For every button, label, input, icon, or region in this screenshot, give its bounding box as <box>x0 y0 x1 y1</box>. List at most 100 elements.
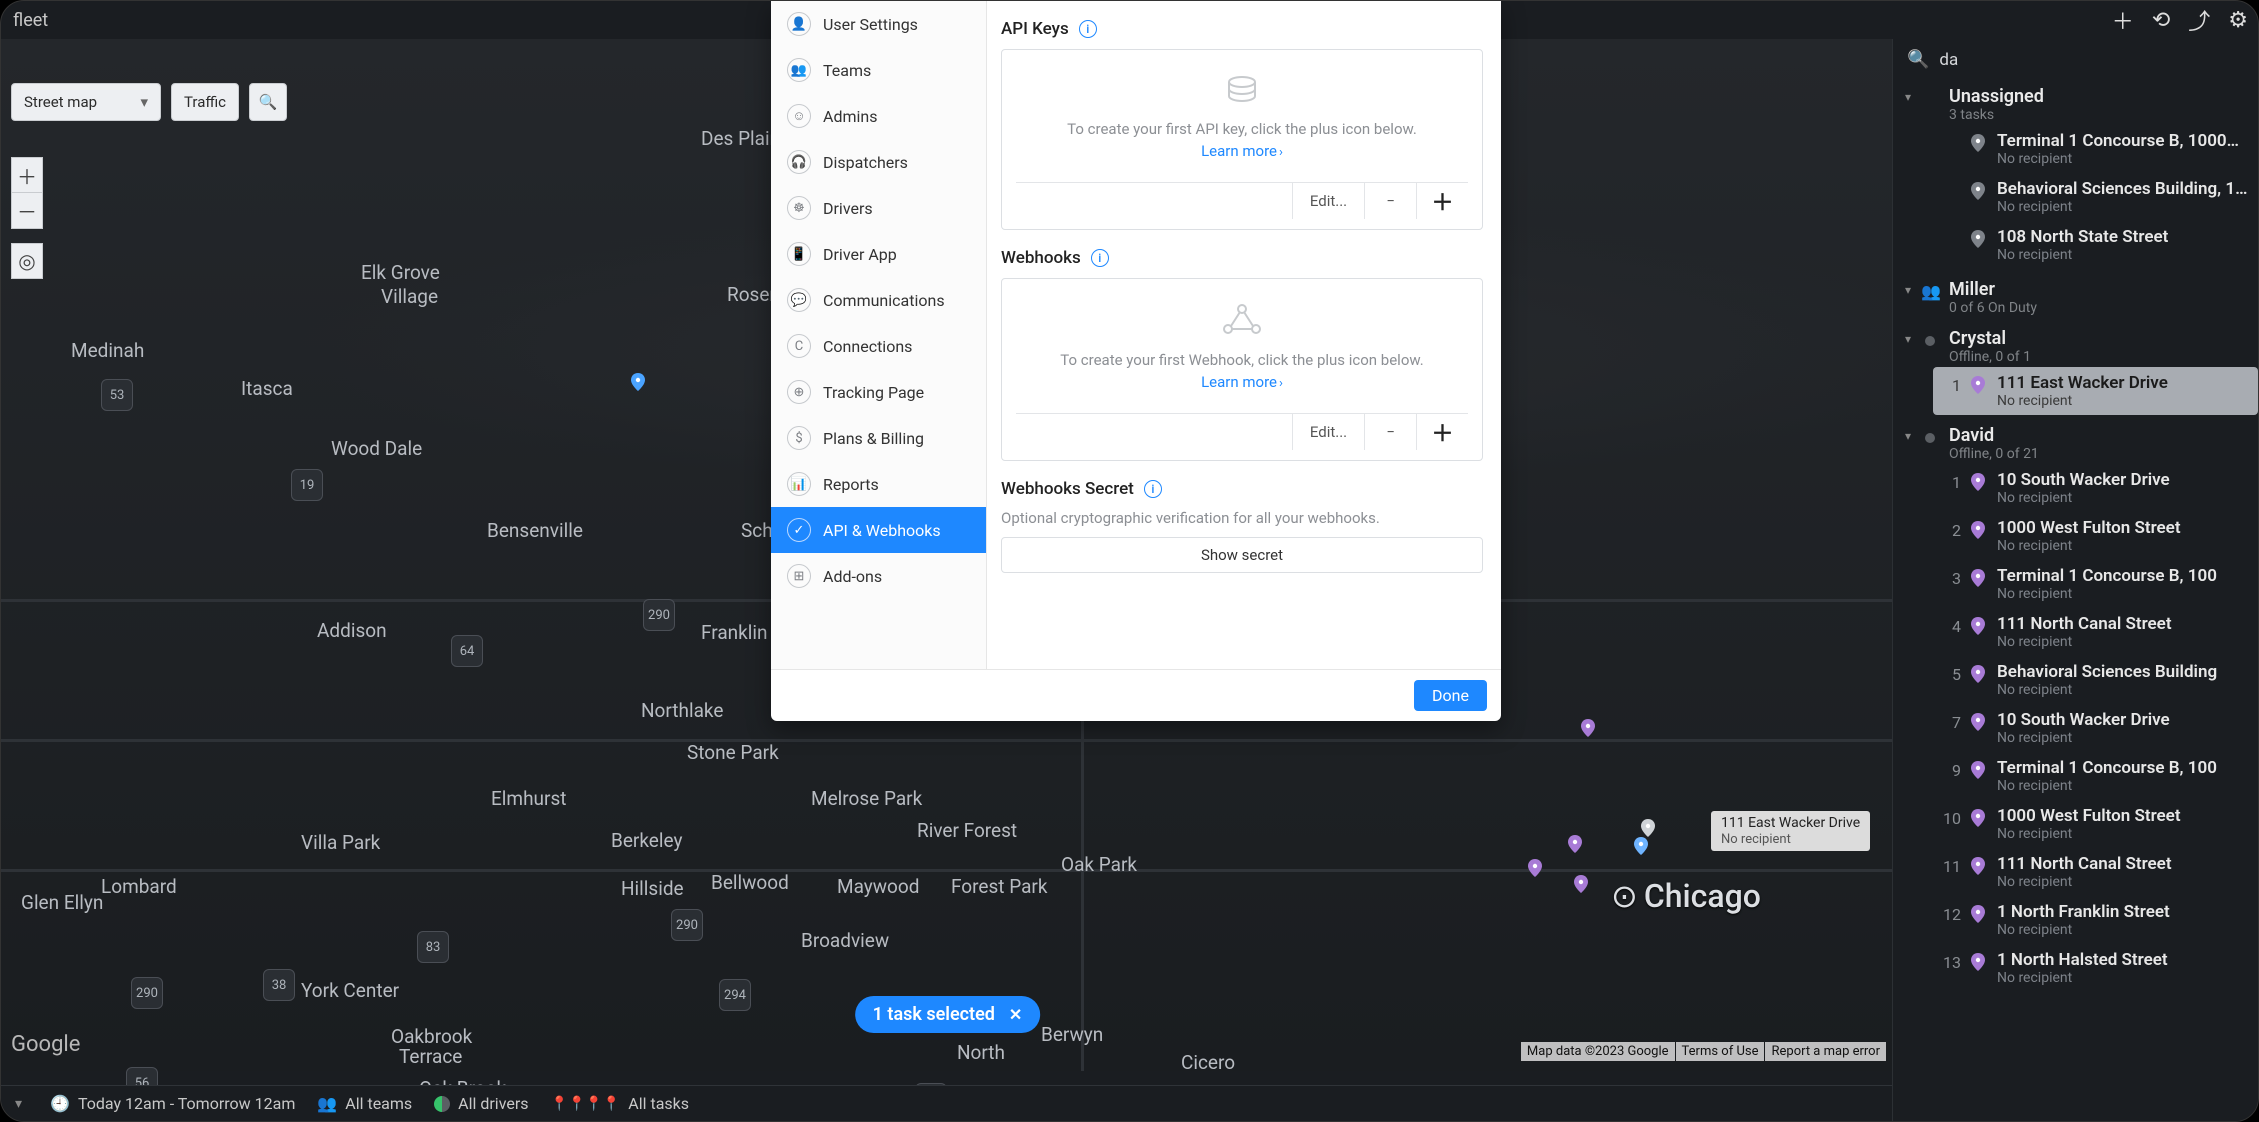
nav-item-api-webhooks[interactable]: ✓API & Webhooks <box>771 507 986 553</box>
nav-item-user-settings[interactable]: 👤User Settings <box>771 1 986 47</box>
task-row[interactable]: 4111 North Canal StreetNo recipient <box>1933 608 2258 656</box>
import-icon[interactable]: ⟲ <box>2152 8 2170 33</box>
map-pin[interactable] <box>1634 837 1648 855</box>
apikeys-footer: Edit... − ＋ <box>1016 182 1468 219</box>
nav-icon: C <box>787 334 811 358</box>
task-row[interactable]: Terminal 1 Concourse B, 10000 WesNo reci… <box>1933 125 2258 173</box>
task-row[interactable]: 710 South Wacker DriveNo recipient <box>1933 704 2258 752</box>
webhooks-edit-button[interactable]: Edit... <box>1292 414 1364 450</box>
tasks-chip[interactable]: 📍📍📍📍 All tasks <box>551 1094 690 1113</box>
apikeys-empty-text: To create your first API key, click the … <box>1016 120 1468 138</box>
webhooks-add-button[interactable]: ＋ <box>1416 414 1468 450</box>
task-row[interactable]: 5Behavioral Sciences BuildingNo recipien… <box>1933 656 2258 704</box>
task-sub: No recipient <box>1997 490 2248 506</box>
chevron-down-icon[interactable]: ▾ <box>1905 283 1911 297</box>
info-icon[interactable]: i <box>1091 249 1109 267</box>
map-pin[interactable] <box>1568 835 1582 853</box>
map-pin[interactable] <box>631 373 645 391</box>
chevron-down-icon[interactable]: ▾ <box>1905 332 1911 346</box>
map-pin[interactable] <box>1581 719 1595 737</box>
attrib-report[interactable]: Report a map error <box>1765 1042 1886 1061</box>
pin-icon <box>1971 473 1987 491</box>
sidebar-group-header[interactable]: ▾DavidOffline, 0 of 21 <box>1893 419 2258 464</box>
nav-item-admins[interactable]: ☺Admins <box>771 93 986 139</box>
nav-item-tracking-page[interactable]: ⊕Tracking Page <box>771 369 986 415</box>
nav-item-drivers[interactable]: ☸Drivers <box>771 185 986 231</box>
nav-label: Add-ons <box>823 567 882 586</box>
locate-button[interactable]: ◎ <box>11 243 43 279</box>
nav-item-driver-app[interactable]: 📱Driver App <box>771 231 986 277</box>
sidebar-group-header[interactable]: ▾👥Miller0 of 6 On Duty <box>1893 273 2258 318</box>
task-row[interactable]: 131 North Halsted StreetNo recipient <box>1933 944 2258 992</box>
task-row[interactable]: 1111 East Wacker DriveNo recipient <box>1933 367 2258 415</box>
sidebar-group-header[interactable]: ▾Unassigned3 tasks <box>1893 80 2258 125</box>
apikeys-add-button[interactable]: ＋ <box>1416 183 1468 219</box>
nav-item-dispatchers[interactable]: 🎧Dispatchers <box>771 139 986 185</box>
pin-icon <box>1971 953 1987 971</box>
task-row[interactable]: 21000 West Fulton StreetNo recipient <box>1933 512 2258 560</box>
search-button[interactable]: 🔍 <box>249 83 287 121</box>
task-row[interactable]: 110 South Wacker DriveNo recipient <box>1933 464 2258 512</box>
info-icon[interactable]: i <box>1079 20 1097 38</box>
map-type-select[interactable]: Street map▾ <box>11 83 161 121</box>
webhooks-empty-icon <box>1016 303 1468 335</box>
task-list: 110 South Wacker DriveNo recipient21000 … <box>1893 464 2258 992</box>
zoom-out-button[interactable]: － <box>11 193 43 229</box>
task-sub: No recipient <box>1997 199 2248 215</box>
nav-item-add-ons[interactable]: ⊞Add-ons <box>771 553 986 599</box>
chevron-down-icon[interactable]: ▾ <box>1905 429 1911 443</box>
task-row[interactable]: 9Terminal 1 Concourse B, 100No recipient <box>1933 752 2258 800</box>
pin-icon <box>1971 665 1987 683</box>
task-row[interactable]: 3Terminal 1 Concourse B, 100No recipient <box>1933 560 2258 608</box>
task-num: 9 <box>1933 761 1961 780</box>
nav-item-plans-billing[interactable]: $Plans & Billing <box>771 415 986 461</box>
attrib-terms[interactable]: Terms of Use <box>1676 1042 1765 1061</box>
task-row[interactable]: 108 North State StreetNo recipient <box>1933 221 2258 269</box>
map-pin[interactable] <box>1574 875 1588 893</box>
task-row[interactable]: 11111 North Canal StreetNo recipient <box>1933 848 2258 896</box>
webhooks-remove-button[interactable]: − <box>1364 414 1416 450</box>
apikeys-learn-link[interactable]: Learn more› <box>1201 142 1283 160</box>
show-secret-button[interactable]: Show secret <box>1001 537 1483 573</box>
sidebar-search-input[interactable] <box>1939 50 2244 70</box>
secret-title: Webhooks Secret i <box>1001 479 1483 499</box>
group-icon <box>1921 331 1939 350</box>
pin-icon <box>1971 857 1987 875</box>
gear-icon[interactable]: ⚙ <box>2228 8 2248 33</box>
task-row[interactable]: 101000 West Fulton StreetNo recipient <box>1933 800 2258 848</box>
webhooks-learn-link[interactable]: Learn more› <box>1201 373 1283 391</box>
done-button[interactable]: Done <box>1414 680 1487 711</box>
nav-item-connections[interactable]: CConnections <box>771 323 986 369</box>
date-range-chip[interactable]: 🕘 Today 12am - Tomorrow 12am <box>50 1094 295 1113</box>
task-row[interactable]: Behavioral Sciences Building, 1007No rec… <box>1933 173 2258 221</box>
teams-chip[interactable]: 👥 All teams <box>317 1094 412 1113</box>
close-icon[interactable]: ✕ <box>1009 1005 1022 1024</box>
pin-icon <box>1971 182 1987 200</box>
task-row[interactable]: 121 North Franklin StreetNo recipient <box>1933 896 2258 944</box>
traffic-toggle[interactable]: Traffic <box>171 83 239 121</box>
task-title: Terminal 1 Concourse B, 10000 Wes <box>1997 131 2248 151</box>
nav-item-teams[interactable]: 👥Teams <box>771 47 986 93</box>
nav-icon: ☺ <box>787 104 811 128</box>
group-sub: Offline, 0 of 1 <box>1949 349 2031 365</box>
apikeys-edit-button[interactable]: Edit... <box>1292 183 1364 219</box>
bottombar-toggle[interactable]: ▾ <box>15 1096 22 1112</box>
nav-item-communications[interactable]: 💬Communications <box>771 277 986 323</box>
hwy-shield: 19 <box>291 469 323 501</box>
zoom-in-button[interactable]: ＋ <box>11 157 43 193</box>
drivers-chip[interactable]: All drivers <box>434 1094 528 1113</box>
pin-icon <box>1971 134 1987 152</box>
nav-item-reports[interactable]: 📊Reports <box>771 461 986 507</box>
upload-icon[interactable]: ⤴ <box>2188 4 2210 36</box>
task-selected-pill: 1 task selected ✕ <box>855 996 1041 1033</box>
map-pin[interactable] <box>1641 819 1655 837</box>
attrib-data: Map data ©2023 Google <box>1521 1042 1675 1061</box>
task-sub: No recipient <box>1997 247 2248 263</box>
map-pin[interactable] <box>1528 859 1542 877</box>
sidebar-group-header[interactable]: ▾CrystalOffline, 0 of 1 <box>1893 322 2258 367</box>
add-icon[interactable]: ＋ <box>2112 4 2134 36</box>
info-icon[interactable]: i <box>1144 480 1162 498</box>
chevron-down-icon[interactable]: ▾ <box>1905 90 1911 104</box>
apikeys-remove-button[interactable]: − <box>1364 183 1416 219</box>
search-icon: 🔍 <box>259 93 278 111</box>
